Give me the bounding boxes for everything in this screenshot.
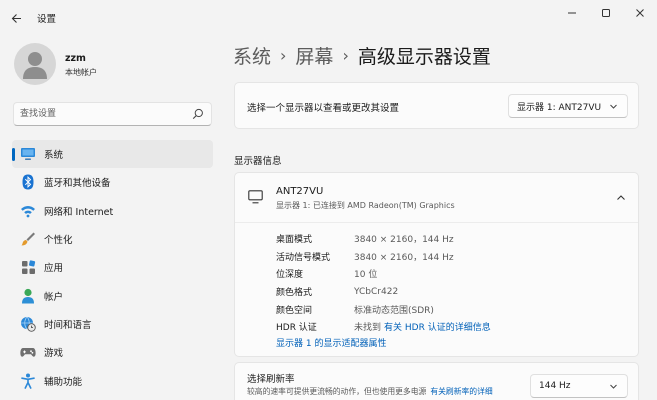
section-title-display-info: 显示器信息 [234, 156, 282, 167]
page-title: 高级显示器设置 [357, 45, 491, 68]
sidebar-item-label: 应用 [44, 263, 64, 275]
sidebar-item-system[interactable]: 系统 [12, 140, 213, 169]
refresh-rate-desc-text: 较高的速率可提供更流畅的动作，但也使用更多电源 [247, 387, 427, 396]
sidebar-item-label: 网络和 Internet [44, 206, 114, 218]
chevron-down-icon [610, 384, 617, 389]
sidebar-item-apps[interactable]: 应用 [12, 253, 213, 281]
sidebar-item-gaming[interactable]: 游戏 [12, 338, 213, 366]
monitor-icon [20, 146, 36, 162]
sidebar-item-bluetooth[interactable]: 蓝牙和其他设备 [12, 168, 213, 196]
info-row-hdr-certification: HDR 认证 未找到 有关 HDR 认证的详细信息 [276, 318, 491, 336]
refresh-rate-description: 较高的速率可提供更流畅的动作，但也使用更多电源 有关刷新率的详细 [247, 386, 493, 397]
refresh-rate-title: 选择刷新率 [247, 374, 295, 385]
display-name: ANT27VU [276, 186, 324, 197]
sidebar-item-label: 时间和语言 [44, 319, 92, 331]
brush-icon [20, 231, 36, 247]
user-name: zzm [65, 53, 86, 64]
account-type: 本地帐户 [65, 68, 97, 77]
search-box[interactable] [13, 102, 212, 126]
info-row-color-format: 颜色格式 YCbCr422 [276, 283, 491, 301]
sidebar-item-label: 帐户 [44, 291, 64, 303]
info-key: HDR 认证 [276, 323, 317, 334]
sidebar-item-network[interactable]: 网络和 Internet [12, 197, 213, 225]
chevron-up-icon[interactable] [616, 193, 626, 203]
info-key: 颜色格式 [276, 288, 313, 299]
person-icon [20, 288, 36, 304]
user-card[interactable]: zzm 本地帐户 [14, 43, 214, 87]
breadcrumb: 系统 › 屏幕 › 高级显示器设置 [233, 40, 491, 70]
chevron-right-icon: › [342, 45, 349, 65]
refresh-rate-dropdown[interactable]: 144 Hz [530, 374, 628, 398]
avatar [14, 43, 56, 85]
sidebar-item-personalization[interactable]: 个性化 [12, 225, 213, 253]
apps-icon [20, 259, 36, 275]
back-button[interactable] [6, 8, 26, 28]
search-input[interactable] [20, 106, 185, 122]
info-key: 颜色空间 [276, 305, 313, 316]
info-key: 位深度 [276, 270, 304, 281]
wifi-icon [20, 203, 36, 219]
bluetooth-icon [20, 174, 36, 190]
maximize-icon [602, 9, 610, 17]
app-title: 设置 [37, 14, 57, 25]
sidebar-item-label: 辅助功能 [44, 376, 83, 388]
title-bar: 设置 [0, 0, 657, 34]
close-icon [636, 9, 644, 17]
info-value: 3840 × 2160，144 Hz [354, 235, 454, 246]
gamepad-icon [20, 344, 36, 360]
info-value: YCbCr422 [354, 286, 399, 297]
info-value: 标准动态范围(SDR) [354, 305, 434, 316]
adapter-properties-link[interactable]: 显示器 1 的显示适配器属性 [276, 336, 386, 349]
hdr-info-link[interactable]: 有关 HDR 认证的详细信息 [384, 320, 491, 333]
settings-window: 设置 zzm 本地帐户 查找设置 系统 蓝牙和其他设备 网络和 Internet… [0, 0, 657, 400]
sidebar-item-label: 蓝牙和其他设备 [44, 178, 111, 190]
sidebar-item-label: 游戏 [44, 348, 64, 360]
sidebar-item-accounts[interactable]: 帐户 [12, 281, 213, 309]
person-silhouette-icon [23, 52, 47, 79]
display-dropdown-value: 显示器 1: ANT27VU [517, 102, 602, 113]
display-info-rows: 桌面模式 3840 × 2160，144 Hz 活动信号模式 3840 × 21… [276, 230, 491, 336]
chevron-right-icon: › [280, 45, 287, 65]
info-row-desktop-mode: 桌面模式 3840 × 2160，144 Hz [276, 230, 491, 248]
refresh-rate-card: 选择刷新率 较高的速率可提供更流畅的动作，但也使用更多电源 有关刷新率的详细 14… [234, 362, 639, 400]
breadcrumb-item-system[interactable]: 系统 [233, 42, 271, 69]
info-row-color-space: 颜色空间 标准动态范围(SDR) [276, 300, 491, 318]
accessibility-icon [20, 373, 36, 389]
sidebar-nav: 系统 蓝牙和其他设备 网络和 Internet 个性化 应用 帐户 时间和语言 … [12, 140, 213, 395]
back-arrow-icon [11, 13, 21, 23]
sidebar-item-label: 系统 [44, 150, 64, 162]
minimize-button[interactable] [555, 0, 589, 26]
info-key: 桌面模式 [276, 235, 313, 246]
search-icon[interactable] [192, 108, 204, 120]
info-key: 活动信号模式 [276, 252, 331, 263]
refresh-rate-info-link[interactable]: 有关刷新率的详细 [430, 387, 492, 396]
display-dropdown[interactable]: 显示器 1: ANT27VU [508, 94, 628, 118]
info-value: 10 位 [354, 270, 378, 281]
minimize-icon [568, 12, 576, 14]
globe-clock-icon [20, 316, 36, 332]
info-value: 未找到 [354, 323, 382, 334]
window-controls [555, 0, 657, 26]
sidebar-item-time-language[interactable]: 时间和语言 [12, 310, 213, 338]
info-row-bit-depth: 位深度 10 位 [276, 265, 491, 283]
display-info-card: ANT27VU 显示器 1: 已连接到 AMD Radeon(TM) Graph… [234, 172, 639, 357]
display-info-header[interactable]: ANT27VU 显示器 1: 已连接到 AMD Radeon(TM) Graph… [235, 173, 638, 223]
refresh-rate-value: 144 Hz [539, 381, 571, 391]
sidebar-item-label: 个性化 [44, 235, 73, 247]
info-value: 3840 × 2160，144 Hz [354, 252, 454, 263]
close-button[interactable] [623, 0, 657, 26]
sidebar-item-accessibility[interactable]: 辅助功能 [12, 366, 213, 394]
chevron-down-icon [610, 104, 617, 109]
display-connection: 显示器 1: 已连接到 AMD Radeon(TM) Graphics [276, 201, 455, 210]
maximize-button[interactable] [589, 0, 623, 26]
display-select-card: 选择一个显示器以查看或更改其设置 显示器 1: ANT27VU [234, 82, 639, 129]
monitor-outline-icon [248, 190, 263, 204]
breadcrumb-item-display[interactable]: 屏幕 [295, 42, 333, 69]
display-select-label: 选择一个显示器以查看或更改其设置 [247, 103, 400, 114]
info-row-signal-mode: 活动信号模式 3840 × 2160，144 Hz [276, 248, 491, 266]
